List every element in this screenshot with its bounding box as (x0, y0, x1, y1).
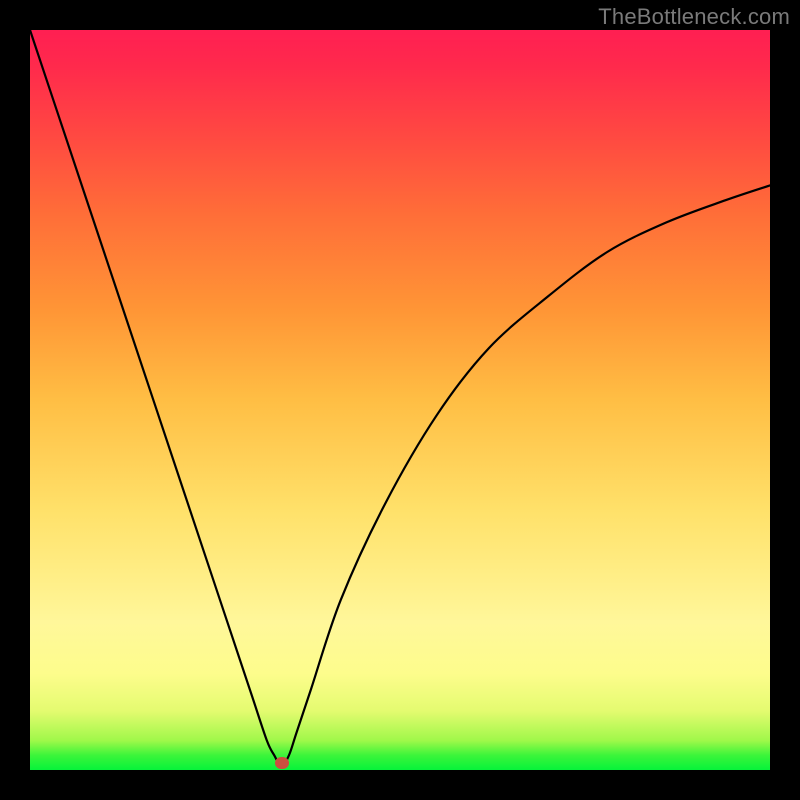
minimum-marker (275, 757, 289, 769)
plot-area (30, 30, 770, 770)
bottleneck-curve (30, 30, 770, 766)
watermark-text: TheBottleneck.com (598, 4, 790, 30)
curve-layer (30, 30, 770, 770)
chart-frame: TheBottleneck.com (0, 0, 800, 800)
